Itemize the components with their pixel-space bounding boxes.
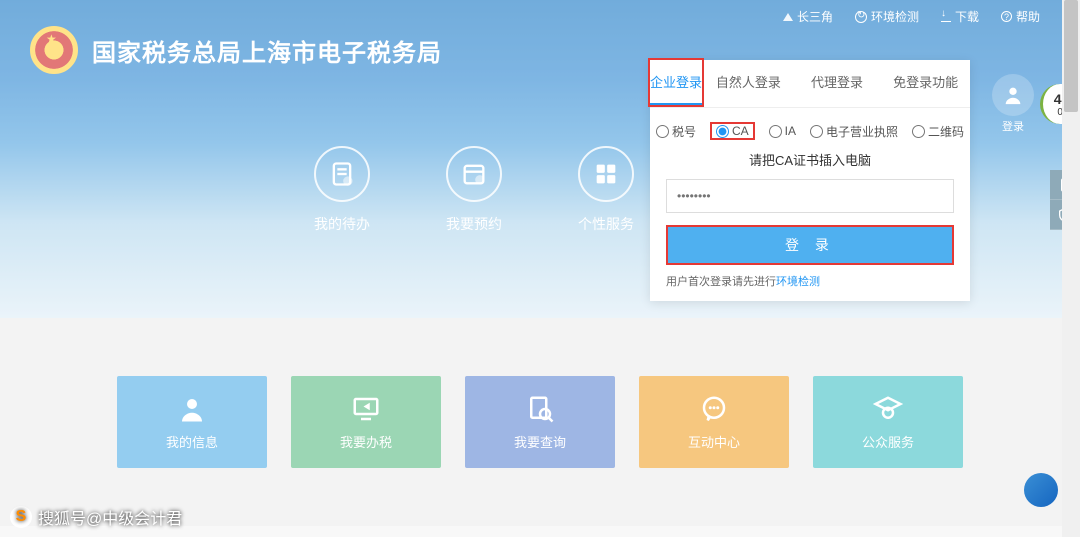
tab-agent[interactable]: 代理登录	[793, 60, 882, 107]
scrollbar[interactable]	[1062, 0, 1080, 537]
first-login-hint: 用户首次登录请先进行环境检测	[650, 265, 970, 289]
radio-elic[interactable]: 电子营业执照	[810, 122, 898, 140]
person-icon	[177, 394, 207, 424]
nav-download[interactable]: 下载	[941, 8, 979, 25]
login-instruction: 请把CA证书插入电脑	[650, 150, 970, 169]
calendar-icon	[460, 160, 488, 188]
tab-enterprise[interactable]: 企业登录	[650, 60, 702, 105]
nav-help[interactable]: ?帮助	[1001, 8, 1040, 25]
radio-ia[interactable]: IA	[769, 122, 796, 140]
site-title: 国家税务总局上海市电子税务局	[92, 33, 442, 68]
service-tiles: 我的信息 我要办税 我要查询 互动中心 公众服务	[0, 318, 1080, 526]
password-input[interactable]	[666, 179, 954, 213]
todo-icon	[328, 160, 356, 188]
tile-tax[interactable]: 我要办税	[291, 376, 441, 468]
help-icon: ?	[1001, 11, 1012, 22]
download-icon	[941, 12, 951, 22]
env-check-link[interactable]: 环境检测	[776, 276, 820, 288]
tab-free[interactable]: 免登录功能	[881, 60, 970, 107]
tax-emblem-icon	[30, 26, 78, 74]
tile-info[interactable]: 我的信息	[117, 376, 267, 468]
monitor-icon	[351, 394, 381, 424]
radio-qr[interactable]: 二维码	[912, 122, 964, 140]
user-icon	[1002, 84, 1024, 106]
recycle-icon	[855, 11, 867, 23]
scroll-thumb[interactable]	[1064, 0, 1078, 112]
top-nav: 长三角 环境检测 下载 ?帮助	[783, 8, 1040, 25]
sohu-logo-icon	[10, 506, 32, 528]
grid-icon	[592, 160, 620, 188]
scholar-icon	[873, 394, 903, 424]
tile-public[interactable]: 公众服务	[813, 376, 963, 468]
triangle-icon	[783, 13, 793, 21]
radio-ca[interactable]: CA	[716, 124, 749, 138]
nav-csj[interactable]: 长三角	[783, 8, 833, 25]
login-tabs: 企业登录 自然人登录 代理登录 免登录功能	[650, 60, 970, 108]
tab-person[interactable]: 自然人登录	[704, 60, 793, 107]
radio-taxno[interactable]: 税号	[656, 122, 696, 140]
floating-bubble[interactable]	[1024, 473, 1058, 507]
tile-query[interactable]: 我要查询	[465, 376, 615, 468]
user-login-badge[interactable]: 登录	[992, 74, 1034, 134]
nav-appoint[interactable]: 我要预约	[446, 146, 502, 234]
nav-todo[interactable]: 我的待办	[314, 146, 370, 234]
watermark: 搜狐号@中级会计君	[10, 505, 182, 529]
nav-env[interactable]: 环境检测	[855, 8, 919, 25]
login-method-radios: 税号 CA IA 电子营业执照 二维码	[650, 108, 970, 148]
tile-interact[interactable]: 互动中心	[639, 376, 789, 468]
search-doc-icon	[525, 394, 555, 424]
chat-icon	[699, 394, 729, 424]
nav-personal[interactable]: 个性服务	[578, 146, 634, 234]
login-panel: 企业登录 自然人登录 代理登录 免登录功能 税号 CA IA 电子营业执照 二维…	[650, 60, 970, 301]
login-button[interactable]: 登 录	[668, 227, 952, 263]
